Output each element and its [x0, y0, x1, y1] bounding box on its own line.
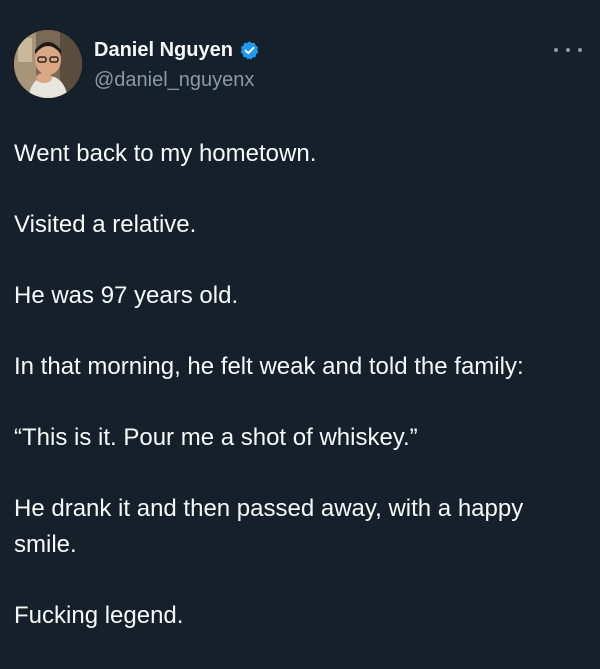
- tweet-text: Went back to my hometown. Visited a rela…: [14, 136, 586, 669]
- verified-checkmark-icon[interactable]: [239, 40, 260, 61]
- tweet-paragraph: Visited a relative.: [14, 211, 197, 238]
- display-name[interactable]: Daniel Nguyen: [94, 36, 233, 64]
- avatar-photo: [14, 30, 82, 98]
- tweet-paragraph: He was 97 years old.: [14, 282, 239, 309]
- more-dot: [554, 48, 558, 52]
- tweet-paragraph: In that morning, he felt weak and told t…: [14, 353, 524, 380]
- name-row: Daniel Nguyen: [94, 36, 260, 64]
- tweet-paragraph: Went back to my hometown.: [14, 140, 317, 167]
- avatar[interactable]: [14, 30, 82, 98]
- tweet-paragraph: Fucking legend.: [14, 602, 184, 629]
- tweet-header: Daniel Nguyen @daniel_nguyenx: [14, 30, 586, 100]
- more-dot: [578, 48, 582, 52]
- handle[interactable]: @daniel_nguyenx: [94, 66, 260, 94]
- tweet-paragraph: “This is it. Pour me a shot of whiskey.”: [14, 424, 418, 451]
- more-options-icon[interactable]: [554, 40, 582, 60]
- tweet-paragraph: He drank it and then passed away, with a…: [14, 495, 524, 558]
- more-dot: [566, 48, 570, 52]
- author-info: Daniel Nguyen @daniel_nguyenx: [94, 36, 260, 94]
